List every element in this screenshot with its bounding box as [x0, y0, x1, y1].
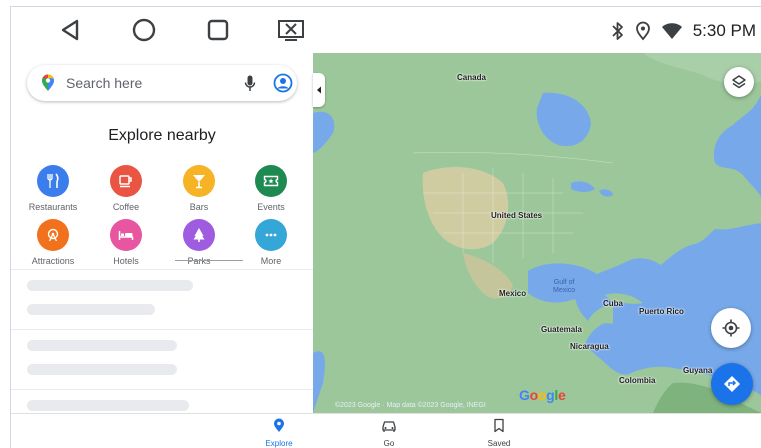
ferris-wheel-icon [37, 219, 69, 251]
app-frame: 5:30 PM Search here Explore nearby Resta… [10, 6, 761, 448]
section-divider [11, 329, 313, 330]
loading-placeholder [27, 400, 189, 411]
tab-label: Go [383, 439, 395, 448]
section-divider [11, 389, 313, 390]
category-restaurants[interactable]: Restaurants [18, 165, 88, 212]
map-label-canada: Canada [457, 73, 486, 82]
collapse-panel-button[interactable] [313, 73, 325, 107]
bluetooth-icon [612, 22, 623, 40]
loading-placeholder [27, 364, 177, 375]
map-label-gulf-of-mexico: Gulf of Mexico [553, 279, 575, 295]
car-icon [382, 421, 396, 432]
system-bar: 5:30 PM [11, 7, 761, 53]
google-logo: Google [519, 387, 566, 403]
cocktail-glass-icon [183, 165, 215, 197]
map-label-nicaragua: Nicaragua [570, 342, 609, 351]
category-label: Bars [189, 202, 209, 212]
map-label-puerto-rico: Puerto Rico [639, 307, 684, 316]
section-divider [11, 269, 313, 270]
clock-time: 5:30 PM [692, 21, 756, 40]
category-label: Attractions [31, 256, 75, 266]
map-label-cuba: Cuba [603, 299, 623, 308]
tab-saved[interactable]: Saved [469, 418, 529, 448]
category-label: Restaurants [28, 202, 78, 212]
category-label: Parks [187, 256, 211, 266]
category-more[interactable]: More [236, 219, 306, 266]
gulf-label-line1: Gulf of [553, 279, 575, 286]
explore-panel: Search here Explore nearby Restaurants C… [11, 53, 313, 413]
category-row-divider [175, 260, 243, 261]
bed-icon [110, 219, 142, 251]
map-view[interactable]: Canada United States Mexico Gulf of Mexic… [313, 53, 761, 413]
map-label-colombia: Colombia [619, 376, 656, 385]
category-label: Coffee [112, 202, 140, 212]
coffee-cup-icon [110, 165, 142, 197]
category-coffee[interactable]: Coffee [91, 165, 161, 212]
search-placeholder: Search here [66, 75, 143, 91]
layers-icon [732, 75, 746, 89]
map-label-guatemala: Guatemala [541, 325, 582, 334]
location-icon [635, 21, 650, 41]
recents-button[interactable] [203, 15, 233, 45]
map-label-mexico: Mexico [499, 289, 527, 298]
status-area: 5:30 PM [611, 19, 756, 43]
directions-button[interactable] [711, 363, 753, 405]
tree-icon [183, 219, 215, 251]
category-label: Events [257, 202, 285, 212]
category-hotels[interactable]: Hotels [91, 219, 161, 266]
category-label: More [260, 256, 282, 266]
gulf-label-line2: Mexico [553, 287, 576, 294]
chevron-left-icon [317, 86, 321, 94]
map-terrain [313, 53, 761, 413]
back-button[interactable] [55, 15, 85, 45]
ticket-icon [255, 165, 287, 197]
more-dots-icon [255, 219, 287, 251]
loading-placeholder [27, 304, 155, 315]
map-attribution: ©2023 Google · Map data ©2023 Google, IN… [335, 402, 486, 409]
loading-placeholder [27, 280, 193, 291]
tab-explore[interactable]: Explore [249, 418, 309, 448]
explore-nearby-title: Explore nearby [108, 127, 216, 144]
my-location-button[interactable] [711, 308, 751, 348]
map-layers-button[interactable] [724, 67, 754, 97]
wifi-icon [661, 23, 682, 39]
tab-go[interactable]: Go [359, 418, 419, 448]
screen-close-icon [278, 20, 304, 41]
home-button[interactable] [129, 15, 159, 45]
bottom-navigation: Explore Go Saved [11, 413, 761, 448]
tab-label: Saved [487, 439, 511, 448]
category-label: Hotels [113, 256, 139, 266]
crosshair-icon [722, 319, 740, 337]
category-events[interactable]: Events [236, 165, 306, 212]
screen-toggle-button[interactable] [276, 15, 306, 45]
bookmark-icon [494, 418, 504, 433]
category-bars[interactable]: Bars [164, 165, 234, 212]
category-parks[interactable]: Parks [164, 219, 234, 266]
home-circle-icon [132, 18, 156, 42]
map-label-united-states: United States [491, 211, 543, 220]
recents-square-icon [207, 19, 229, 41]
account-avatar-icon[interactable] [273, 73, 293, 93]
loading-placeholder [27, 340, 177, 351]
search-bar[interactable]: Search here [27, 65, 297, 101]
category-attractions[interactable]: Attractions [18, 219, 88, 266]
back-triangle-icon [61, 19, 79, 41]
tab-label: Explore [265, 439, 293, 448]
location-pin-icon [274, 418, 284, 432]
fork-knife-icon [37, 165, 69, 197]
map-label-guyana: Guyana [683, 366, 713, 375]
maps-pin-logo-icon [42, 74, 54, 91]
directions-icon [724, 376, 740, 392]
microphone-icon[interactable] [244, 75, 256, 92]
